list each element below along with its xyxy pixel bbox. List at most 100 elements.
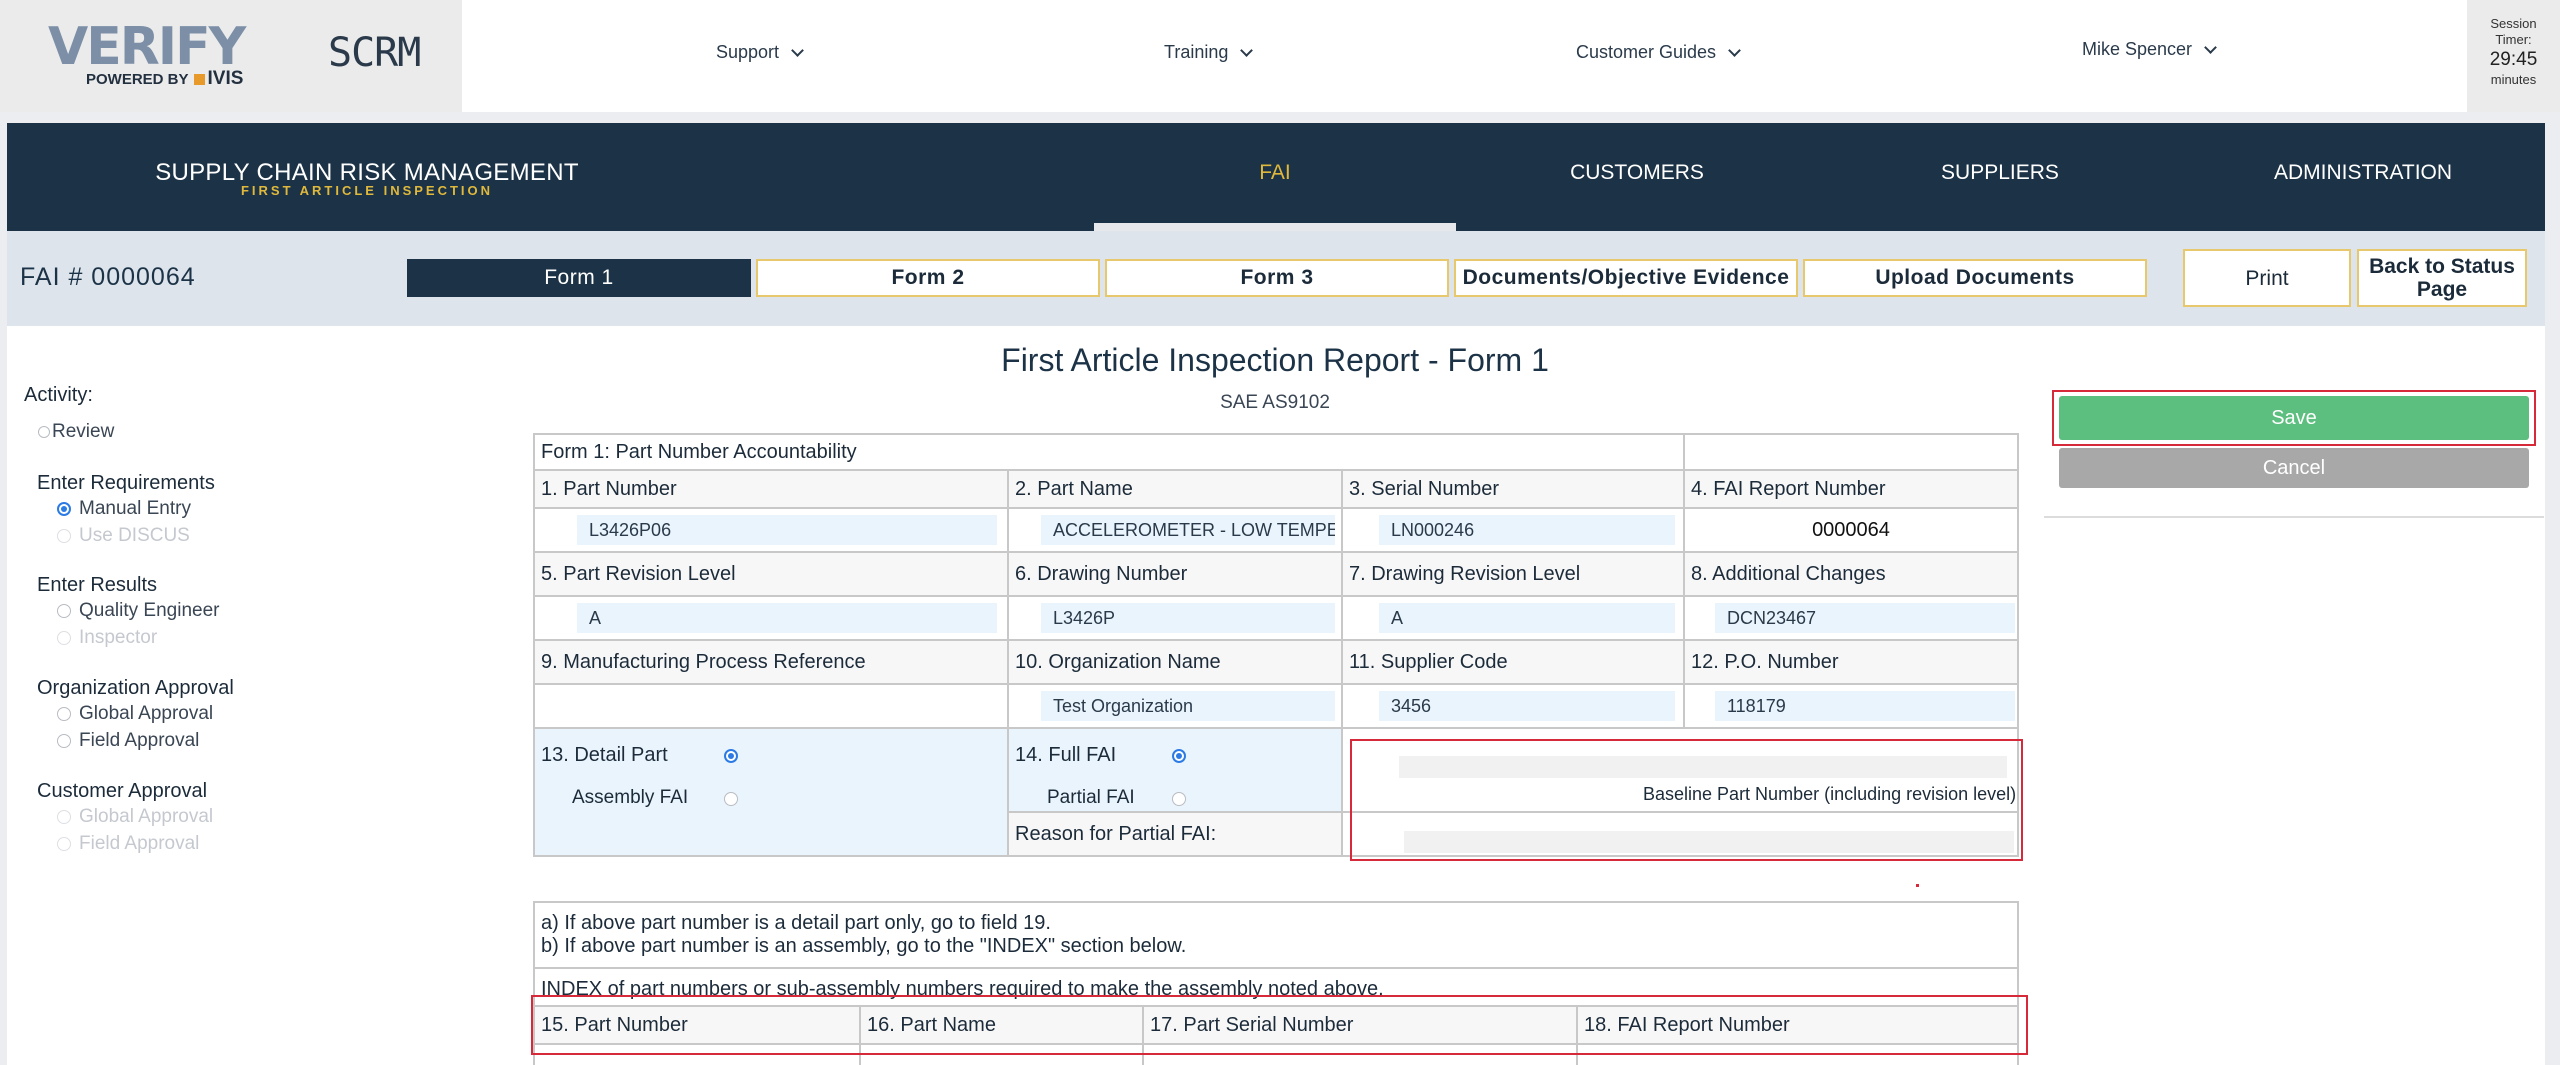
nav-training[interactable]: Training <box>1164 42 1254 63</box>
tab-form-2[interactable]: Form 2 <box>756 259 1100 297</box>
tab-form-1[interactable]: Form 1 <box>407 259 751 297</box>
highlight-save <box>2052 390 2536 446</box>
radio-icon <box>57 529 71 543</box>
full-fai-radio[interactable] <box>1172 749 1186 763</box>
main-nav-suppliers[interactable]: SUPPLIERS <box>1819 161 2181 185</box>
chevron-down-icon <box>1240 43 1254 57</box>
tab-documents[interactable]: Documents/Objective Evidence <box>1454 259 1798 297</box>
main-nav-administration[interactable]: ADMINISTRATION <box>2182 161 2544 185</box>
radio-icon <box>57 734 71 748</box>
tab-upload-documents[interactable]: Upload Documents <box>1803 259 2147 297</box>
drawing-number-input[interactable]: L3426P <box>1041 603 1335 633</box>
part-name-label: 2. Part Name <box>1007 469 1343 509</box>
marker-dot <box>1916 884 1919 887</box>
review-option[interactable]: Review <box>38 421 114 443</box>
radio-selected-icon <box>57 502 71 516</box>
use-discus-option: Use DISCUS <box>57 525 190 547</box>
chevron-down-icon <box>2204 40 2217 54</box>
module-subtitle: FIRST ARTICLE INSPECTION <box>240 183 494 198</box>
group-title-requirements: Enter Requirements <box>37 472 215 494</box>
timer-value: 29:45 <box>2489 49 2538 70</box>
mfg-process-label: 9. Manufacturing Process Reference <box>533 639 1009 685</box>
part-number-input[interactable]: L3426P06 <box>577 515 997 545</box>
brand-area: VERIFY POWERED BY IVIS SCRM <box>0 0 462 112</box>
print-button[interactable]: Print <box>2183 249 2351 307</box>
ivis-square-icon <box>193 74 205 85</box>
partial-fai-radio[interactable] <box>1172 792 1186 806</box>
part-revision-label: 5. Part Revision Level <box>533 551 1009 597</box>
partial-fai-label: Partial FAI <box>1047 787 1135 808</box>
drawing-revision-input[interactable]: A <box>1379 603 1675 633</box>
highlight-index-headers <box>531 995 2028 1055</box>
assembly-fai-label: Assembly FAI <box>572 787 689 808</box>
serial-number-label: 3. Serial Number <box>1341 469 1685 509</box>
detail-part-radio[interactable] <box>724 749 738 763</box>
full-fai-label: 14. Full FAI <box>1015 744 1117 766</box>
timer-label: Session Timer: <box>2490 16 2537 47</box>
section-blank-cell <box>1683 433 2019 471</box>
cancel-button[interactable]: Cancel <box>2059 448 2529 488</box>
main-nav-customers[interactable]: CUSTOMERS <box>1456 161 1818 185</box>
serial-number-input[interactable]: LN000246 <box>1379 515 1675 545</box>
supplier-code-input[interactable]: 3456 <box>1379 691 1675 721</box>
reason-partial-cell: Reason for Partial FAI: <box>1007 811 1343 857</box>
customer-field-approval-option: Field Approval <box>57 833 199 855</box>
divider <box>2044 516 2544 518</box>
po-number-input[interactable]: 118179 <box>1715 691 2015 721</box>
section-title-cell: Form 1: Part Number Accountability <box>533 433 1685 471</box>
mfg-process-cell[interactable] <box>533 683 1009 729</box>
fai-report-number-label: 4. FAI Report Number <box>1683 469 2019 509</box>
group-title-results: Enter Results <box>37 574 158 596</box>
highlight-baseline <box>1350 739 2023 861</box>
detail-part-label: 13. Detail Part <box>541 744 668 766</box>
chevron-down-icon <box>791 43 804 57</box>
verify-logo[interactable]: VERIFY POWERED BY IVIS <box>48 17 276 89</box>
org-global-approval-option[interactable]: Global Approval <box>57 703 213 725</box>
form-tab-bar: FAI # 0000064 Form 1 Form 2 Form 3 Docum… <box>7 231 2545 326</box>
po-number-label: 12. P.O. Number <box>1683 639 2019 685</box>
top-bar: VERIFY POWERED BY IVIS SCRM Support Train… <box>0 0 2560 112</box>
radio-icon <box>57 810 71 824</box>
main-nav: SUPPLY CHAIN RISK MANAGEMENT FIRST ARTIC… <box>7 123 2545 231</box>
group-title-org-approval: Organization Approval <box>37 677 234 699</box>
fai-number: FAI # 0000064 <box>20 263 196 291</box>
manual-entry-option[interactable]: Manual Entry <box>57 498 191 520</box>
radio-icon <box>57 707 71 721</box>
radio-icon <box>57 604 71 618</box>
nav-support[interactable]: Support <box>716 42 804 63</box>
part-number-label: 1. Part Number <box>533 469 1009 509</box>
group-title-customer-approval: Customer Approval <box>37 780 208 802</box>
part-revision-input[interactable]: A <box>577 603 997 633</box>
org-name-input[interactable]: Test Organization <box>1041 691 1335 721</box>
chevron-down-icon <box>1728 43 1741 57</box>
quality-engineer-option[interactable]: Quality Engineer <box>57 600 219 622</box>
assembly-fai-radio[interactable] <box>724 792 738 806</box>
additional-changes-label: 8. Additional Changes <box>1683 551 2019 597</box>
fai-report-number-value: 0000064 <box>1812 518 1890 541</box>
org-name-label: 10. Organization Name <box>1007 639 1343 685</box>
radio-icon <box>57 837 71 851</box>
timer-unit: minutes <box>2490 72 2537 87</box>
app-name: SCRM <box>328 30 421 76</box>
drawing-number-label: 6. Drawing Number <box>1007 551 1343 597</box>
logo-word: VERIFY <box>48 17 246 77</box>
tab-form-3[interactable]: Form 3 <box>1105 259 1449 297</box>
drawing-revision-label: 7. Drawing Revision Level <box>1341 551 1685 597</box>
radio-icon <box>38 426 50 438</box>
content-area: Activity: Review Enter Requirements Manu… <box>7 326 2545 1065</box>
activity-label: Activity: <box>24 384 93 406</box>
main-nav-fai[interactable]: FAI <box>1094 161 1456 185</box>
radio-icon <box>57 631 71 645</box>
active-nav-indicator <box>1094 223 1456 231</box>
instructions-cell: a) If above part number is a detail part… <box>533 901 2019 969</box>
supplier-code-label: 11. Supplier Code <box>1341 639 1685 685</box>
additional-changes-input[interactable]: DCN23467 <box>1715 603 2015 633</box>
inspector-option: Inspector <box>57 627 157 649</box>
part-name-input[interactable]: ACCELEROMETER - LOW TEMPE <box>1041 515 1335 545</box>
nav-customer-guides[interactable]: Customer Guides <box>1576 42 1741 63</box>
user-menu[interactable]: Mike Spencer <box>2082 39 2217 60</box>
session-timer: Session Timer: 29:45 minutes <box>2467 0 2560 112</box>
logo-powered-by: POWERED BY IVIS <box>86 68 244 89</box>
back-to-status-button[interactable]: Back to Status Page <box>2357 249 2527 307</box>
org-field-approval-option[interactable]: Field Approval <box>57 730 199 752</box>
